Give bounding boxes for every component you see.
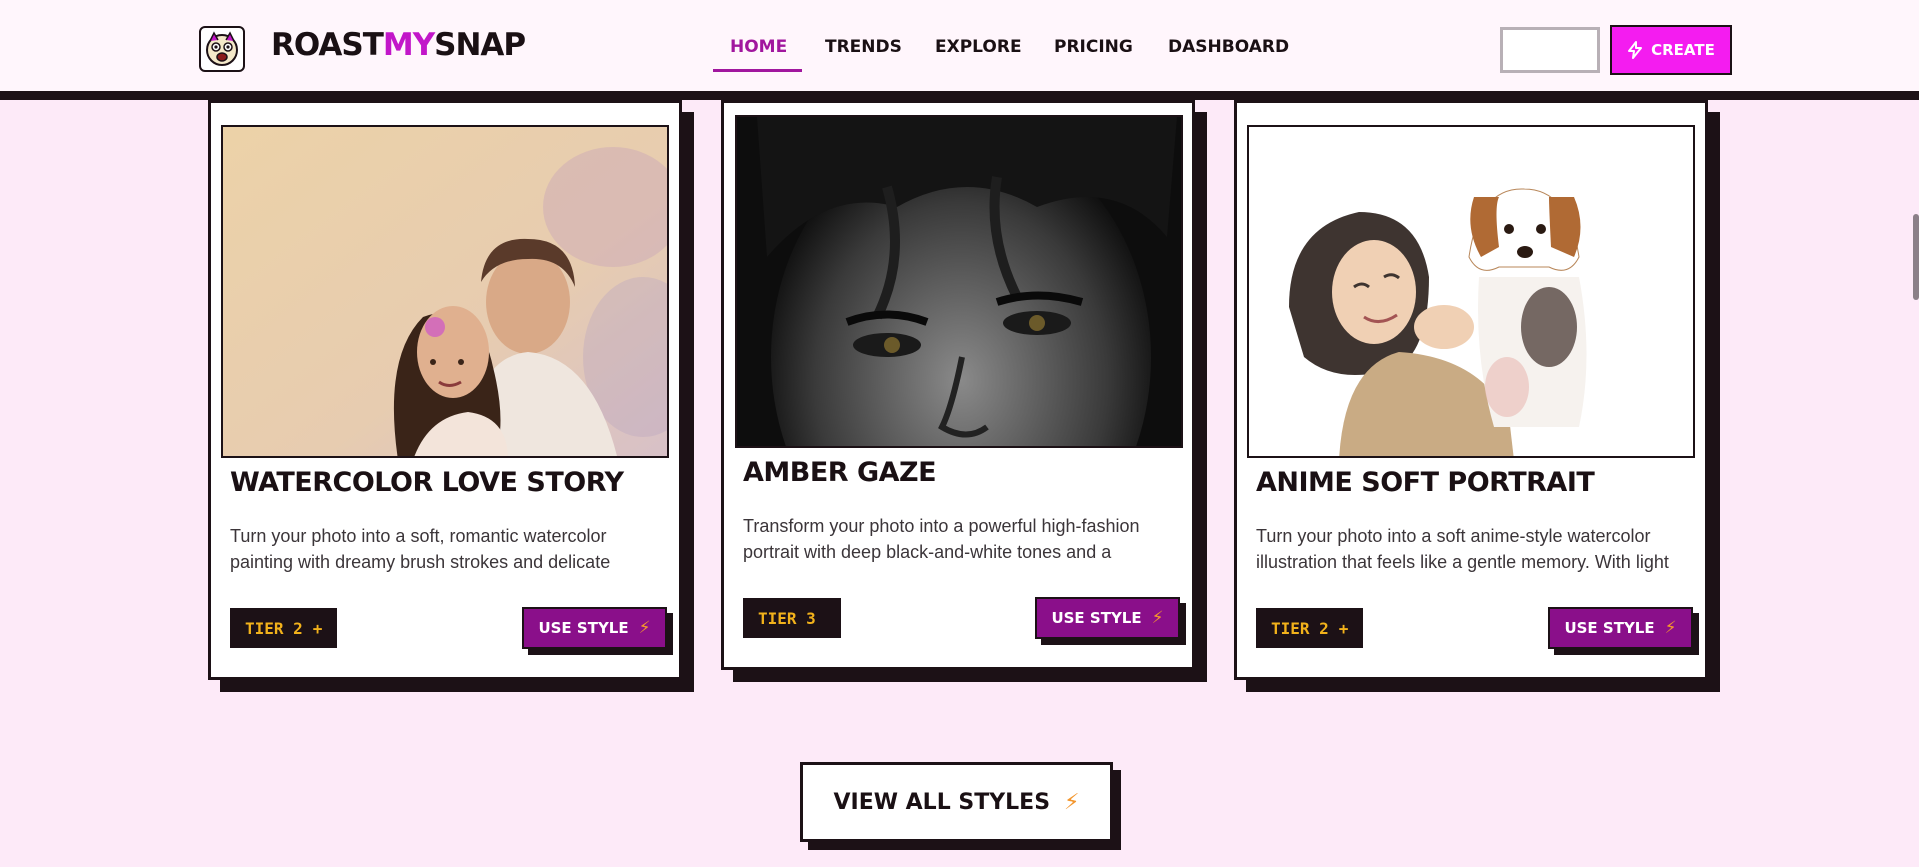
tier-badge-label: TIER 3	[758, 608, 816, 628]
style-preview-image[interactable]	[1247, 125, 1695, 458]
use-style-button-label: USE STYLE	[1051, 609, 1142, 627]
nav-pricing[interactable]: PRICING	[1054, 37, 1133, 57]
plus-icon: +	[1338, 618, 1349, 638]
create-button[interactable]: CREATE	[1610, 25, 1732, 75]
brand-name-suffix: SNAP	[434, 27, 526, 63]
style-card-amber-gaze[interactable]: AMBER GAZE Transform your photo into a p…	[721, 100, 1195, 670]
nav-dashboard[interactable]: DASHBOARD	[1168, 37, 1289, 57]
page-scrollbar[interactable]	[1913, 214, 1919, 300]
tier-badge-label: TIER 2	[245, 618, 303, 638]
brand-name[interactable]: ROASTMYSNAP	[271, 27, 526, 63]
tier-badge-label: TIER 2	[1271, 618, 1329, 638]
create-button-label: CREATE	[1651, 41, 1715, 59]
nav-trends[interactable]: TRENDS	[825, 37, 902, 57]
nav-active-indicator	[713, 69, 802, 72]
style-card-watercolor-love-story[interactable]: WATERCOLOR LOVE STORY Turn your photo in…	[208, 100, 682, 680]
style-card-title: ANIME SOFT PORTRAIT	[1256, 467, 1595, 498]
style-card-description: Turn your photo into a soft anime-style …	[1256, 526, 1669, 572]
brand-name-prefix: ROAST	[271, 27, 384, 63]
style-card-description: Transform your photo into a powerful hig…	[743, 516, 1140, 562]
nav-home[interactable]: HOME	[730, 37, 787, 57]
style-card-anime-soft-portrait[interactable]: ANIME SOFT PORTRAIT Turn your photo into…	[1234, 100, 1708, 680]
style-card-title: AMBER GAZE	[743, 457, 937, 488]
style-card-title: WATERCOLOR LOVE STORY	[230, 467, 624, 498]
use-style-button[interactable]: USE STYLE ⚡︎	[1548, 607, 1693, 649]
top-navbar: ROASTMYSNAP HOME TRENDS EXPLORE PRICING …	[0, 0, 1919, 100]
style-preview-image[interactable]	[735, 115, 1183, 448]
tier-badge: TIER 2 +	[230, 608, 338, 648]
view-all-styles-button[interactable]: VIEW ALL STYLES ⚡︎	[800, 762, 1113, 842]
lightning-icon: ⚡︎	[1664, 618, 1677, 638]
use-style-button-label: USE STYLE	[538, 619, 629, 637]
plus-icon: +	[312, 618, 323, 638]
lightning-icon: ⚡︎	[638, 618, 651, 638]
lightning-icon	[1628, 41, 1643, 59]
use-style-button-label: USE STYLE	[1564, 619, 1655, 637]
sign-in-button[interactable]	[1500, 27, 1600, 73]
style-preview-image[interactable]	[221, 125, 669, 458]
tier-badge: TIER 2 +	[1256, 608, 1364, 648]
lightning-icon: ⚡︎	[1064, 789, 1080, 815]
style-card-description: Turn your photo into a soft, romantic wa…	[230, 526, 611, 572]
use-style-button[interactable]: USE STYLE ⚡︎	[522, 607, 667, 649]
use-style-button[interactable]: USE STYLE ⚡︎	[1035, 597, 1180, 639]
tier-badge: TIER 3	[743, 598, 841, 638]
lightning-icon: ⚡︎	[1151, 608, 1164, 628]
brand-name-highlight: MY	[382, 27, 435, 63]
nav-explore[interactable]: EXPLORE	[935, 37, 1022, 57]
view-all-styles-label: VIEW ALL STYLES	[833, 789, 1051, 815]
brand-logo-icon[interactable]	[199, 26, 245, 72]
